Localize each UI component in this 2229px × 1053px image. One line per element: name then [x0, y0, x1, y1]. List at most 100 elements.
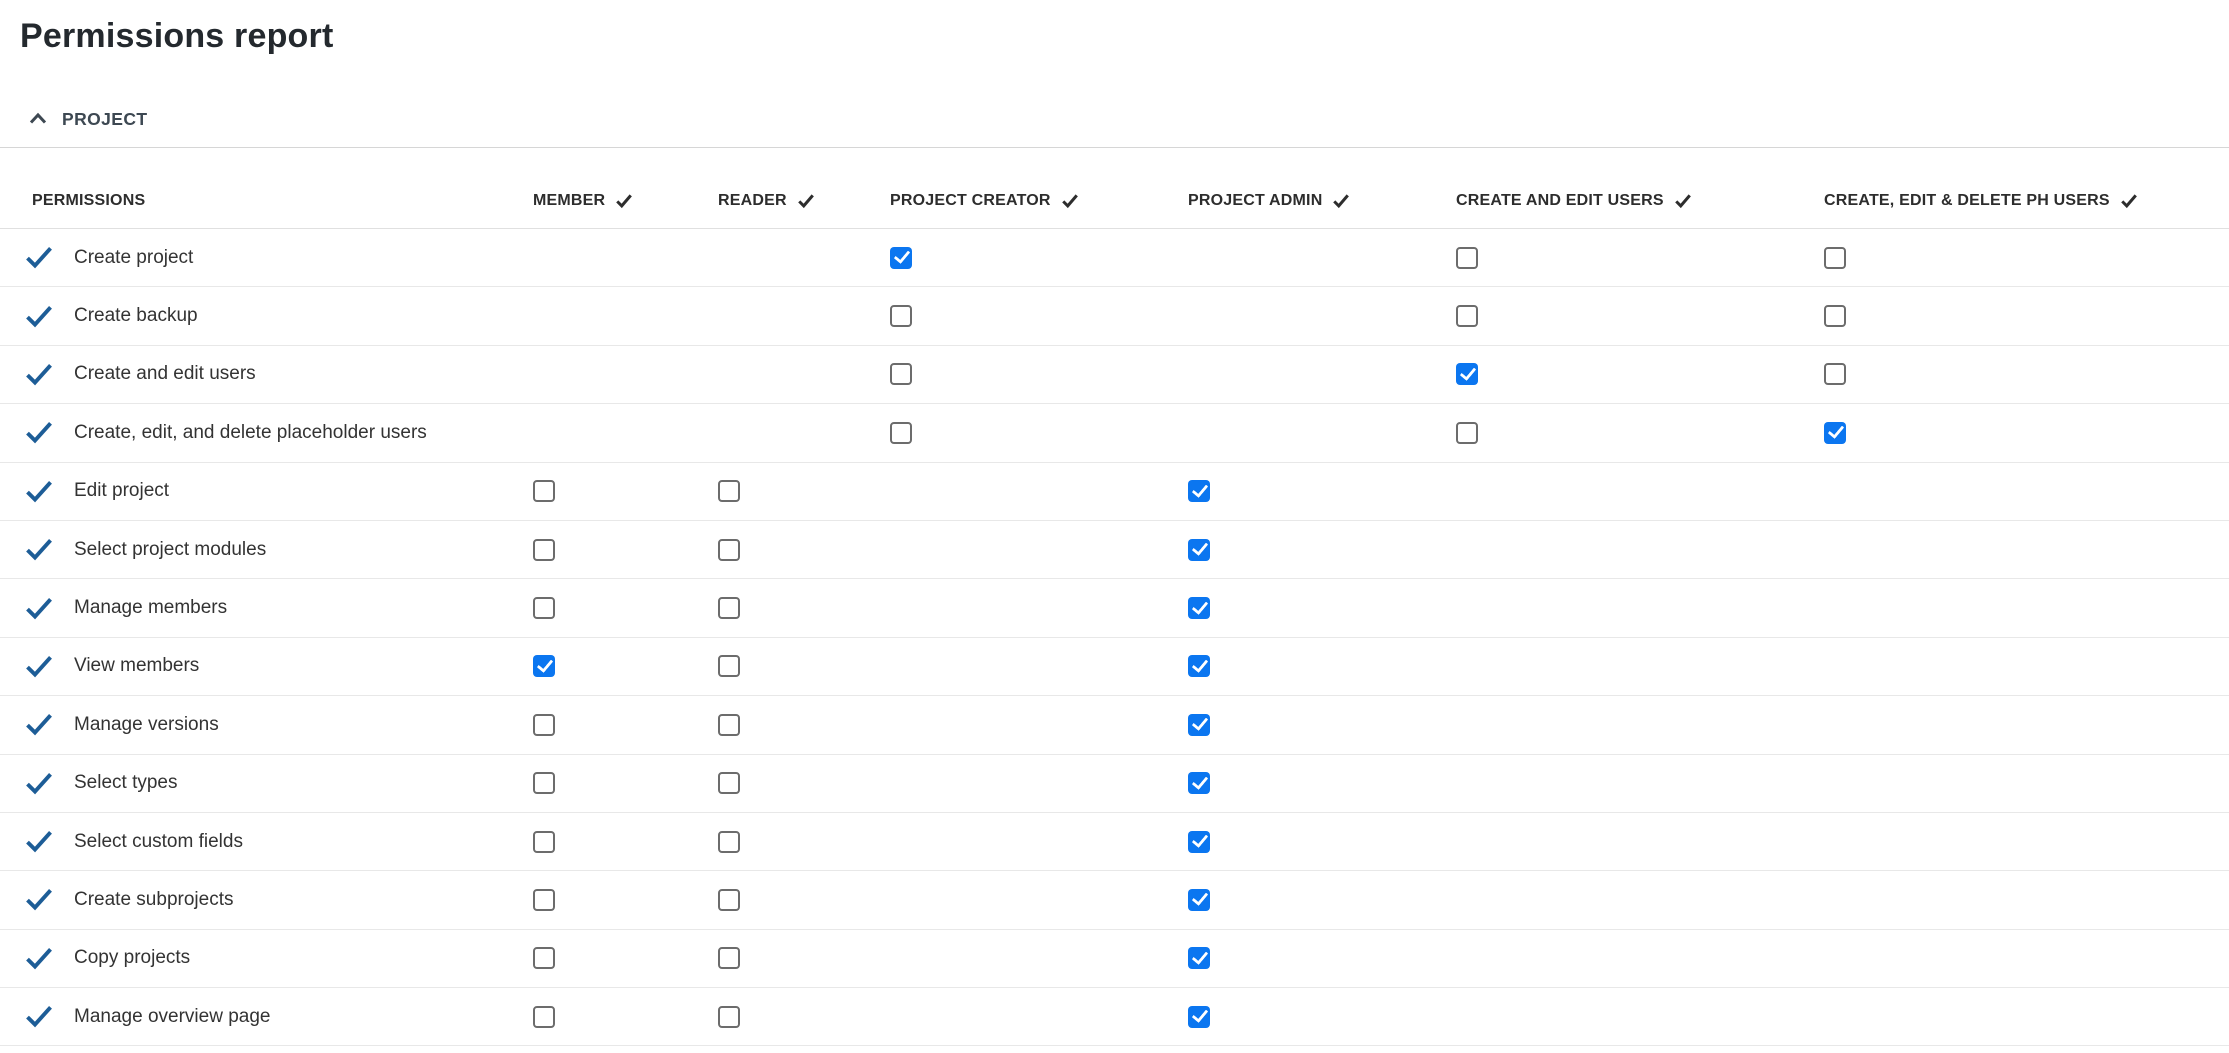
checkbox-unchecked[interactable] — [533, 597, 555, 619]
table-row: Create and edit users — [0, 346, 2229, 404]
check-icon — [25, 246, 53, 269]
checkbox-unchecked[interactable] — [533, 539, 555, 561]
checkbox-unchecked[interactable] — [533, 889, 555, 911]
checkbox-unchecked[interactable] — [533, 947, 555, 969]
section-header-project[interactable]: PROJECT — [27, 104, 147, 134]
check-icon — [797, 193, 815, 209]
checkbox-checked[interactable] — [1188, 714, 1210, 736]
checkbox-checked[interactable] — [1188, 1006, 1210, 1028]
permissions-column-header: PERMISSIONS — [0, 191, 533, 211]
checkbox-unchecked[interactable] — [718, 1006, 740, 1028]
checkbox-checked[interactable] — [1188, 539, 1210, 561]
checkbox-checked[interactable] — [1188, 480, 1210, 502]
checkbox-unchecked[interactable] — [533, 1006, 555, 1028]
role-permission-cell — [718, 480, 890, 502]
checkbox-unchecked[interactable] — [533, 772, 555, 794]
checkbox-unchecked[interactable] — [533, 831, 555, 853]
checkbox-unchecked[interactable] — [890, 305, 912, 327]
role-column-header: PROJECT CREATOR — [890, 191, 1188, 211]
check-icon — [25, 480, 53, 503]
checkbox-unchecked[interactable] — [718, 947, 740, 969]
checkbox-checked[interactable] — [1188, 831, 1210, 853]
checkbox-unchecked[interactable] — [718, 539, 740, 561]
checkbox-unchecked[interactable] — [718, 597, 740, 619]
table-row: Create backup — [0, 287, 2229, 345]
checkbox-unchecked[interactable] — [1456, 247, 1478, 269]
checkbox-unchecked[interactable] — [1824, 247, 1846, 269]
role-permission-cell — [533, 889, 718, 911]
role-permission-cell — [1456, 422, 1824, 444]
checkbox-checked[interactable] — [1188, 655, 1210, 677]
role-permission-cell — [533, 1006, 718, 1028]
role-permission-cell — [1824, 247, 2229, 269]
checkbox-unchecked[interactable] — [718, 831, 740, 853]
role-column-label: MEMBER — [533, 191, 605, 211]
checkbox-unchecked[interactable] — [1824, 363, 1846, 385]
role-column-label: PROJECT ADMIN — [1188, 191, 1322, 211]
role-permission-cell — [1188, 714, 1456, 736]
role-column-header: READER — [718, 191, 890, 211]
role-permission-cell — [718, 947, 890, 969]
permission-cell: Manage overview page — [0, 1005, 533, 1028]
role-permission-cell — [718, 714, 890, 736]
check-icon — [2120, 193, 2138, 209]
checkbox-checked[interactable] — [890, 247, 912, 269]
role-permission-cell — [533, 655, 718, 677]
permission-label: Select project modules — [74, 539, 266, 561]
checkbox-unchecked[interactable] — [718, 655, 740, 677]
checkbox-unchecked[interactable] — [533, 714, 555, 736]
role-column-label: CREATE, EDIT & DELETE PH USERS — [1824, 191, 2110, 211]
check-icon — [25, 597, 53, 620]
table-row: Manage versions — [0, 696, 2229, 754]
checkbox-checked[interactable] — [533, 655, 555, 677]
checkbox-checked[interactable] — [1188, 889, 1210, 911]
checkbox-checked[interactable] — [1824, 422, 1846, 444]
permission-cell: Create and edit users — [0, 363, 533, 386]
check-icon — [1674, 193, 1692, 209]
permission-label: Create backup — [74, 305, 198, 327]
role-permission-cell — [533, 597, 718, 619]
check-icon — [25, 947, 53, 970]
checkbox-unchecked[interactable] — [890, 422, 912, 444]
checkbox-unchecked[interactable] — [1824, 305, 1846, 327]
checkbox-unchecked[interactable] — [890, 363, 912, 385]
check-icon — [25, 305, 53, 328]
role-permission-cell — [1188, 539, 1456, 561]
check-icon — [1061, 193, 1079, 209]
role-column-header: MEMBER — [533, 191, 718, 211]
checkbox-unchecked[interactable] — [533, 480, 555, 502]
table-row: View members — [0, 638, 2229, 696]
permission-cell: Select custom fields — [0, 830, 533, 853]
role-permission-cell — [1188, 947, 1456, 969]
role-permission-cell — [718, 655, 890, 677]
page-title: Permissions report — [20, 14, 2229, 58]
check-icon — [25, 1005, 53, 1028]
permission-cell: Select types — [0, 772, 533, 795]
checkbox-unchecked[interactable] — [718, 772, 740, 794]
checkbox-checked[interactable] — [1188, 597, 1210, 619]
role-permission-cell — [1456, 247, 1824, 269]
permission-cell: Edit project — [0, 480, 533, 503]
checkbox-unchecked[interactable] — [1456, 305, 1478, 327]
role-permission-cell — [718, 539, 890, 561]
permission-label: Create, edit, and delete placeholder use… — [74, 422, 427, 444]
table-row: Create, edit, and delete placeholder use… — [0, 404, 2229, 462]
check-icon — [25, 421, 53, 444]
checkbox-unchecked[interactable] — [1456, 422, 1478, 444]
table-row: Select project modules — [0, 521, 2229, 579]
checkbox-unchecked[interactable] — [718, 889, 740, 911]
role-permission-cell — [718, 889, 890, 911]
role-permission-cell — [1456, 305, 1824, 327]
permission-label: Copy projects — [74, 947, 190, 969]
checkbox-unchecked[interactable] — [718, 480, 740, 502]
checkbox-unchecked[interactable] — [718, 714, 740, 736]
checkbox-checked[interactable] — [1456, 363, 1478, 385]
role-permission-cell — [718, 831, 890, 853]
role-column-header: CREATE AND EDIT USERS — [1456, 191, 1824, 211]
permission-label: Select custom fields — [74, 831, 243, 853]
checkbox-checked[interactable] — [1188, 772, 1210, 794]
check-icon — [1332, 193, 1350, 209]
role-column-label: PROJECT CREATOR — [890, 191, 1051, 211]
checkbox-checked[interactable] — [1188, 947, 1210, 969]
role-column-label: READER — [718, 191, 787, 211]
